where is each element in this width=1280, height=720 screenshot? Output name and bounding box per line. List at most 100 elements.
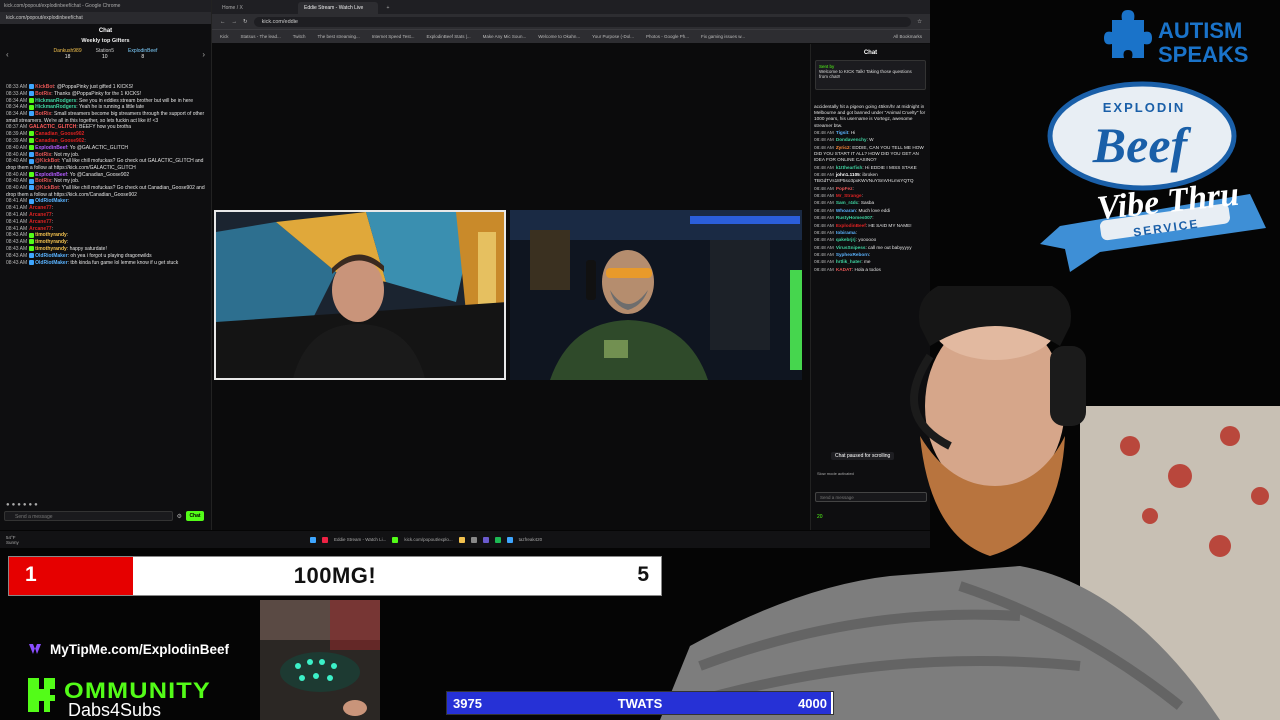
chrome-icon[interactable] xyxy=(322,536,328,543)
message-username[interactable]: Tigsit xyxy=(836,130,848,135)
bookmark-item[interactable]: The best streaming... xyxy=(317,34,359,39)
message-username[interactable]: OldRiotMaker xyxy=(35,198,68,204)
message-username[interactable]: Arcane77 xyxy=(29,219,52,225)
message-username[interactable]: Arcane77 xyxy=(29,205,52,211)
bookmark-item[interactable]: Make Any Mic Soun... xyxy=(483,34,527,39)
message-username[interactable]: OldRiotMaker xyxy=(35,253,68,259)
emote-row[interactable]: ●●●●●● xyxy=(6,502,40,508)
popout-chat-messages: 08:33 AM KickBot: @PoppaPinky just gifted… xyxy=(6,84,206,266)
chevron-right-icon[interactable]: › xyxy=(202,50,205,59)
message-username[interactable]: GALACTIC_GLITCH xyxy=(29,124,76,130)
message-username[interactable]: RustyHomes007 xyxy=(836,215,872,220)
kick-app-icon[interactable] xyxy=(392,536,399,543)
reload-icon[interactable]: ↻ xyxy=(243,19,248,25)
message-username[interactable]: BotRix xyxy=(35,178,51,184)
chat-message: 08:41 AM OldRiotMaker: xyxy=(6,198,206,204)
message-username[interactable]: timothyrandy xyxy=(35,232,67,238)
folder-icon[interactable] xyxy=(458,536,465,543)
spotify-icon[interactable] xyxy=(494,536,501,543)
message-username[interactable]: KADAT xyxy=(836,267,852,272)
popout-chat-input[interactable]: Send a message xyxy=(4,511,173,521)
message-username[interactable]: Arcane77 xyxy=(29,212,52,218)
message-username[interactable]: Whoaran xyxy=(836,208,856,213)
taskbar-app-1[interactable]: Eddie Stream - Watch Li... xyxy=(334,537,386,542)
message-username[interactable]: VirusSnipess xyxy=(836,245,866,250)
message-username[interactable]: k1tthearfish xyxy=(836,165,863,170)
forward-icon[interactable]: → xyxy=(232,19,238,25)
message-username[interactable]: HickmanRodgers xyxy=(35,104,76,110)
message-username[interactable]: hrtlik_hater xyxy=(836,259,862,264)
chat-message: 08:41 AM Arcane77: xyxy=(6,212,206,218)
chat-message: 08:40 AM ExplodinBeef: Yo @Canadian_Goose… xyxy=(6,172,206,178)
weather-widget[interactable]: 54°F Sunny xyxy=(0,535,40,545)
popout-url[interactable]: kick.com/popout/explodinbeef/chat xyxy=(0,12,211,24)
message-username[interactable]: OldRiotMaker xyxy=(35,260,68,266)
tab-eddie-stream[interactable]: Eddie Stream - Watch Live xyxy=(298,2,378,14)
message-username[interactable]: KickBot xyxy=(35,84,54,90)
message-username[interactable]: BotRix xyxy=(35,91,51,97)
message-username[interactable]: ExplodinBeef xyxy=(836,223,866,228)
back-icon[interactable]: ← xyxy=(220,19,226,25)
bookmark-item[interactable]: Kick xyxy=(220,34,229,39)
url-field[interactable]: kick.com/eddie xyxy=(253,16,912,27)
message-username[interactable]: HickmanRodgers xyxy=(35,98,76,104)
message-username[interactable]: Dondavenchy xyxy=(836,137,867,142)
chat-message: 08:33 AM BotRix: Thanks @PoppaPinky for t… xyxy=(6,91,206,97)
message-username[interactable]: Canadian_Goose902 xyxy=(35,138,84,144)
puzzle-piece-icon xyxy=(1104,10,1152,58)
message-username[interactable]: timothyrandy xyxy=(35,239,67,245)
message-username[interactable]: timothyrandy xyxy=(35,246,67,252)
pinned-message[interactable]: Sent by Welcome to KICK Talk! Taking tho… xyxy=(815,60,926,90)
kick-chat-message: 08:48 AM Dondavenchy: W xyxy=(814,137,928,143)
message-username[interactable]: @KickBot xyxy=(35,185,59,191)
windows-start-icon[interactable] xyxy=(310,536,316,543)
message-username[interactable]: @KickBot xyxy=(35,158,59,164)
tab-home-x[interactable]: Home / X xyxy=(216,2,296,14)
message-username[interactable]: Sam_r4dc xyxy=(836,200,858,205)
message-username[interactable]: PopFez xyxy=(836,186,853,191)
message-username[interactable]: john1.1105 xyxy=(836,172,860,177)
bookmark-item[interactable]: Welcome to Okahn... xyxy=(538,34,580,39)
message-username[interactable]: Zyric2 xyxy=(836,145,850,150)
bookmark-item[interactable]: Twitch xyxy=(293,34,306,39)
message-username[interactable]: Mr_Strange xyxy=(836,193,862,198)
message-time: 08:48 AM xyxy=(814,259,834,265)
tipme-logo-icon xyxy=(29,644,41,654)
star-icon[interactable]: ☆ xyxy=(917,19,922,25)
message-text: : W xyxy=(866,137,874,143)
message-username[interactable]: qakebrjrj xyxy=(836,237,856,242)
message-text: : xyxy=(51,205,54,212)
message-time: 08:48 AM xyxy=(814,185,834,191)
message-username[interactable]: ExplodinBeef xyxy=(35,172,67,178)
message-time: 08:43 AM xyxy=(6,252,28,259)
guest-video-image xyxy=(216,212,504,378)
bookmark-item[interactable]: Fix gaming issues w... xyxy=(701,34,745,39)
bookmark-item[interactable]: Your Purpose (-Dol... xyxy=(592,34,634,39)
message-username[interactable]: BotRix xyxy=(35,152,51,158)
chevron-left-icon[interactable]: ‹ xyxy=(6,50,9,59)
message-time: 08:48 AM xyxy=(814,237,834,243)
bookmark-item[interactable]: Photos - Google Ph... xyxy=(646,34,689,39)
new-tab-button[interactable]: + xyxy=(380,2,396,14)
message-text: : xyxy=(84,137,86,144)
message-username[interactable]: BotRix xyxy=(35,111,51,117)
message-username[interactable]: Arcane77 xyxy=(29,226,52,232)
message-username[interactable]: SyphexReborn xyxy=(836,252,869,257)
message-time: 08:40 AM xyxy=(6,144,28,151)
taskbar-app-2[interactable]: kick.com/popout/explo... xyxy=(404,537,452,542)
message-text: : Yo @Canadian_Goose902 xyxy=(67,171,130,178)
message-username[interactable]: ExplodinBeef xyxy=(35,145,67,151)
badge-icon xyxy=(29,131,35,137)
discord-icon[interactable] xyxy=(482,536,489,543)
message-username[interactable]: tobirama xyxy=(836,230,856,235)
bookmark-item[interactable]: ExplodinBeef Stats |... xyxy=(426,34,470,39)
bookmark-item[interactable]: Internet Speed Test... xyxy=(372,34,415,39)
gear-icon[interactable]: ⚙ xyxy=(177,513,182,520)
all-bookmarks[interactable]: All Bookmarks xyxy=(893,34,922,39)
settings-icon[interactable] xyxy=(470,536,477,543)
bookmark-item[interactable]: Statsus - The lead... xyxy=(241,34,281,39)
chat-send-button[interactable]: Chat xyxy=(186,511,204,521)
telegram-icon[interactable] xyxy=(506,536,513,543)
taskbar-app-3[interactable]: tazfreak420 xyxy=(519,537,543,542)
message-username[interactable]: Canadian_Goose902 xyxy=(35,131,84,137)
